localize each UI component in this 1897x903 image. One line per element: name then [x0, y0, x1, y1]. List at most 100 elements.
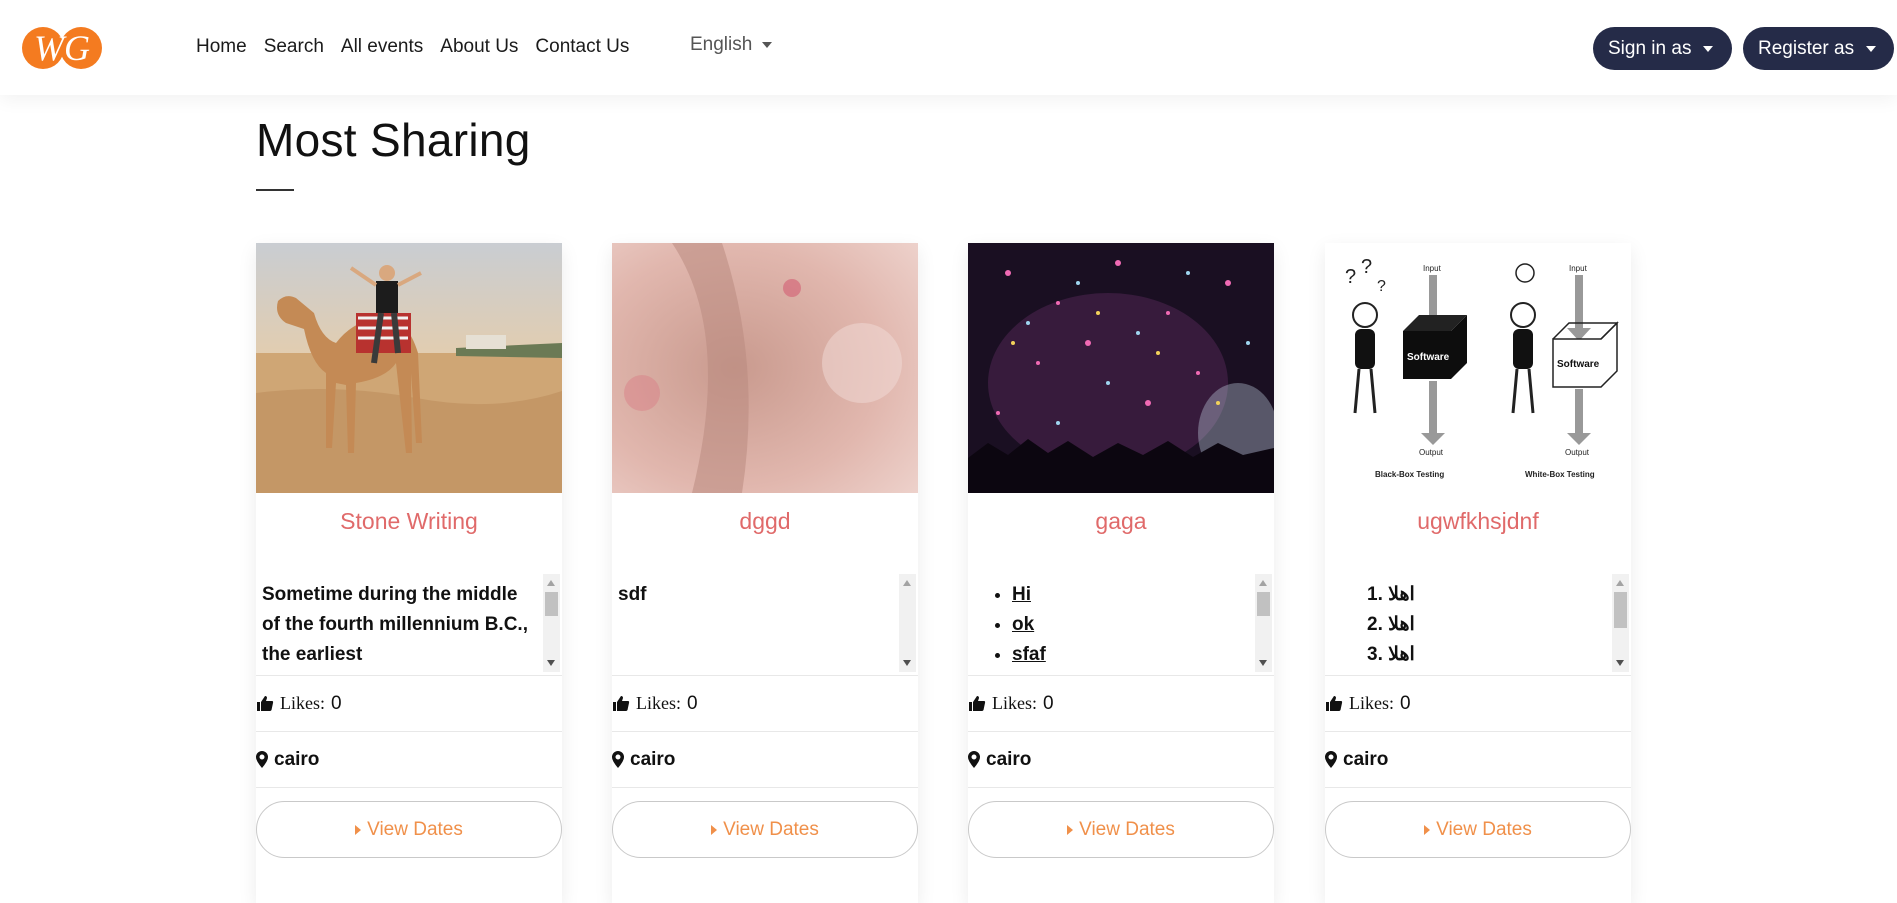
scroll-up-arrow-icon[interactable]	[1259, 580, 1267, 586]
scroll-down-arrow-icon[interactable]	[903, 660, 911, 666]
view-dates-label: View Dates	[723, 818, 819, 840]
likes-count: 0	[1043, 692, 1054, 714]
likes-count: 0	[331, 692, 342, 714]
card-title[interactable]: ugwfkhsjdnf	[1325, 508, 1631, 548]
title-divider	[256, 189, 294, 191]
thumbs-up-icon[interactable]	[256, 695, 274, 712]
scroll-down-arrow-icon[interactable]	[1259, 660, 1267, 666]
diagram-input-label: Input	[1569, 264, 1588, 273]
diagram-output-label: Output	[1565, 448, 1590, 457]
view-dates-button[interactable]: View Dates	[1325, 801, 1631, 858]
language-dropdown[interactable]: English	[690, 34, 773, 56]
card-title[interactable]: gaga	[968, 508, 1274, 548]
description-scrollbar[interactable]	[1255, 574, 1272, 672]
event-card: ? ? ? Input Software Output Black-Box Te…	[1325, 243, 1631, 903]
location-row: cairo	[968, 732, 1274, 788]
card-title[interactable]: dggd	[612, 508, 918, 548]
likes-row: Likes: 0	[968, 676, 1274, 732]
location-row: cairo	[1325, 732, 1631, 788]
skin-texture-photo[interactable]	[612, 243, 918, 493]
likes-label: Likes:	[992, 693, 1037, 713]
thumbs-up-icon[interactable]	[1325, 695, 1343, 712]
likes-row: Likes: 0	[1325, 676, 1631, 732]
diagram-caption-white-box: White-Box Testing	[1525, 470, 1595, 479]
list-item: Hi	[1012, 580, 1250, 610]
confetti-concert-photo[interactable]	[968, 243, 1274, 493]
list-link[interactable]: ok	[1012, 614, 1034, 635]
view-dates-button[interactable]: View Dates	[612, 801, 918, 858]
wg-logo[interactable]: WG	[21, 24, 105, 72]
camel-rider-photo[interactable]	[256, 243, 562, 493]
scroll-down-arrow-icon[interactable]	[547, 660, 555, 666]
navbar: WG Home Search All events About Us Conta…	[0, 0, 1897, 95]
location-row: cairo	[612, 732, 918, 788]
scroll-thumb[interactable]	[545, 592, 558, 616]
main-nav: Home Search All events About Us Contact …	[196, 36, 646, 58]
list-item: 2. اهلا	[1367, 614, 1415, 635]
chevron-down-icon	[1866, 45, 1877, 52]
logo-text: WG	[34, 28, 90, 68]
list-item: ok	[1012, 610, 1250, 640]
scroll-up-arrow-icon[interactable]	[1616, 580, 1624, 586]
sign-in-label: Sign in as	[1608, 37, 1692, 59]
scroll-thumb[interactable]	[1257, 592, 1270, 616]
diagram-output-label: Output	[1419, 448, 1444, 457]
language-label: English	[690, 34, 753, 55]
svg-text:?: ?	[1377, 278, 1386, 295]
caret-right-icon	[711, 824, 718, 835]
list-item: 1. اهلا	[1367, 584, 1415, 605]
description-scrollbar[interactable]	[1612, 574, 1629, 672]
view-dates-button[interactable]: View Dates	[256, 801, 562, 858]
nav-all-events[interactable]: All events	[341, 36, 423, 58]
thumbs-up-icon[interactable]	[968, 695, 986, 712]
likes-count: 0	[687, 692, 698, 714]
list-item: sfaf	[1012, 640, 1250, 669]
register-dropdown-button[interactable]: Register as	[1743, 27, 1894, 70]
card-description: sdf	[612, 574, 918, 676]
caret-right-icon	[1067, 824, 1074, 835]
card-description: Sometime during the middle of the fourth…	[256, 574, 562, 676]
location-text: cairo	[986, 748, 1032, 770]
map-pin-icon	[1325, 751, 1337, 768]
likes-label: Likes:	[280, 693, 325, 713]
scroll-up-arrow-icon[interactable]	[903, 580, 911, 586]
description-text: Sometime during the middle of the fourth…	[262, 584, 528, 665]
svg-text:?: ?	[1345, 266, 1356, 288]
svg-text:?: ?	[1361, 256, 1372, 278]
likes-count: 0	[1400, 692, 1411, 714]
nav-search[interactable]: Search	[264, 36, 324, 58]
location-text: cairo	[1343, 748, 1389, 770]
description-scrollbar[interactable]	[899, 574, 916, 672]
description-scrollbar[interactable]	[543, 574, 560, 672]
register-label: Register as	[1758, 37, 1855, 59]
card-title[interactable]: Stone Writing	[256, 508, 562, 548]
scroll-down-arrow-icon[interactable]	[1616, 660, 1624, 666]
diagram-box-label: Software	[1557, 359, 1600, 370]
location-text: cairo	[274, 748, 320, 770]
map-pin-icon	[968, 751, 980, 768]
scroll-thumb[interactable]	[1614, 592, 1627, 628]
black-white-box-testing-diagram[interactable]: ? ? ? Input Software Output Black-Box Te…	[1325, 243, 1631, 493]
sign-in-dropdown-button[interactable]: Sign in as	[1593, 27, 1732, 70]
description-text: sdf	[618, 584, 647, 605]
description-list: Hi ok sfaf	[968, 574, 1274, 669]
diagram-input-label: Input	[1423, 264, 1442, 273]
chevron-down-icon	[762, 42, 773, 48]
card-description: Hi ok sfaf	[968, 574, 1274, 676]
nav-contact-us[interactable]: Contact Us	[535, 36, 629, 58]
caret-right-icon	[1424, 824, 1431, 835]
map-pin-icon	[256, 751, 268, 768]
chevron-down-icon	[1703, 45, 1714, 52]
list-link[interactable]: Hi	[1012, 584, 1031, 605]
likes-label: Likes:	[636, 693, 681, 713]
nav-about-us[interactable]: About Us	[440, 36, 518, 58]
scroll-up-arrow-icon[interactable]	[547, 580, 555, 586]
card-description: 1. اهلا 2. اهلا 3. اهلا	[1325, 574, 1631, 676]
nav-home[interactable]: Home	[196, 36, 247, 58]
event-card: dggd sdf Likes: 0 cairo View Dates	[612, 243, 918, 903]
list-link[interactable]: sfaf	[1012, 644, 1046, 665]
view-dates-button[interactable]: View Dates	[968, 801, 1274, 858]
section-title: Most Sharing	[256, 114, 531, 166]
likes-label: Likes:	[1349, 693, 1394, 713]
thumbs-up-icon[interactable]	[612, 695, 630, 712]
